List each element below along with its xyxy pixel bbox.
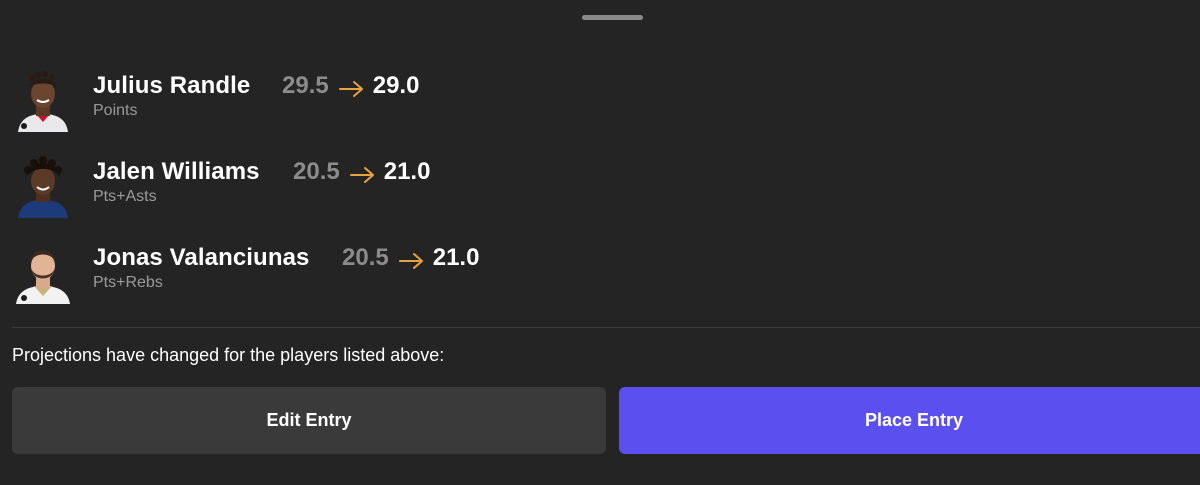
player-avatar — [12, 242, 74, 304]
arrow-right-icon — [349, 163, 376, 183]
arrow-right-icon — [398, 249, 425, 269]
divider — [12, 327, 1200, 328]
player-row: Julius Randle Points 29.5 29.0 — [0, 70, 1200, 140]
new-line: 21.0 — [432, 244, 480, 271]
edit-entry-button[interactable]: Edit Entry — [12, 387, 606, 454]
line-change: 20.5 21.0 — [293, 158, 430, 186]
player-name: Julius Randle — [93, 72, 251, 99]
player-row: Jonas Valanciunas Pts+Rebs 20.5 21.0 — [0, 242, 1200, 312]
old-line: 29.5 — [282, 72, 329, 99]
line-change: 29.5 29.0 — [282, 72, 419, 100]
player-name: Jonas Valanciunas — [93, 244, 310, 271]
stat-type: Pts+Asts — [93, 188, 157, 205]
drag-handle[interactable] — [582, 15, 643, 20]
player-avatar — [12, 70, 74, 132]
line-change: 20.5 21.0 — [342, 244, 479, 272]
arrow-right-icon — [338, 77, 365, 97]
old-line: 20.5 — [293, 158, 340, 185]
stat-type: Points — [93, 102, 138, 119]
projection-change-sheet: Julius Randle Points 29.5 29.0 Jalen Wil… — [0, 0, 1200, 485]
stat-type: Pts+Rebs — [93, 274, 163, 291]
player-avatar — [12, 156, 74, 218]
old-line: 20.5 — [342, 244, 389, 271]
player-name: Jalen Williams — [93, 158, 260, 185]
new-line: 29.0 — [372, 72, 420, 99]
place-entry-button[interactable]: Place Entry — [619, 387, 1200, 454]
player-row: Jalen Williams Pts+Asts 20.5 21.0 — [0, 156, 1200, 226]
projection-notice: Projections have changed for the players… — [12, 345, 445, 365]
new-line: 21.0 — [383, 158, 431, 185]
